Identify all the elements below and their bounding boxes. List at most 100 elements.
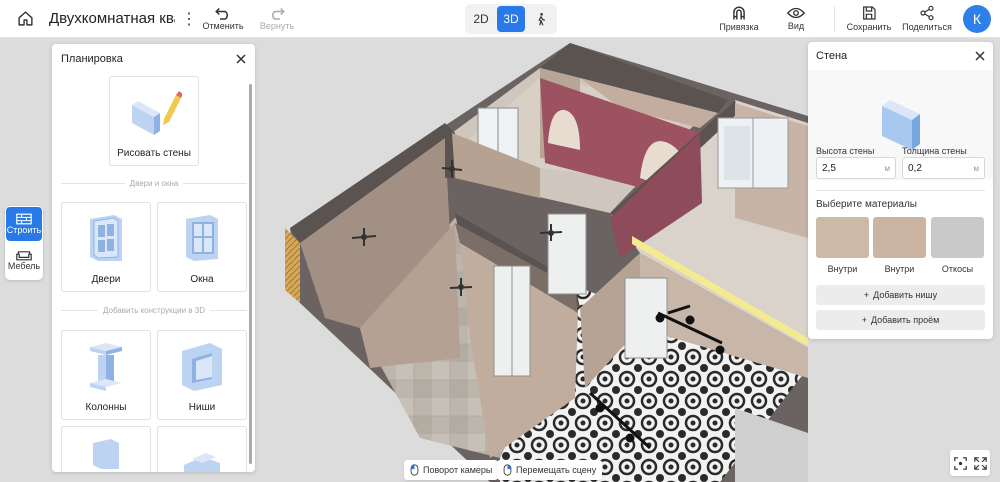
columns-label: Колонны [85,402,127,413]
wall-height-label: Высота стены [816,146,875,156]
plus-icon: + [863,290,870,300]
niches-tile[interactable]: Ниши [157,330,247,420]
wall-height-value: 2,5 [822,162,836,174]
wall-thickness-unit: м [973,163,980,173]
view-button[interactable]: Вид [778,0,814,38]
material-label-slopes: Откосы [941,264,974,274]
panel-divider [816,190,985,191]
wall-height-unit: м [884,163,891,173]
user-avatar[interactable]: К [963,5,991,33]
wall-panel-title: Стена [816,50,848,62]
move-scene-hint: Перемещать сцену [497,460,603,480]
share-button[interactable]: Поделиться [902,0,952,38]
add-opening-label: Добавить проём [870,315,940,325]
windows-tile[interactable]: Окна [157,202,247,292]
view-controls [950,450,990,476]
wall-block-icon [881,100,920,150]
view-mode-switch: 2D 3D [465,4,557,34]
undo-button[interactable]: Отменить [201,0,245,38]
home-icon [17,11,33,26]
redo-label: Вернуть [259,21,295,31]
walking-person-icon [538,13,546,26]
material-swatch-slopes[interactable] [931,217,984,258]
save-label: Сохранить [846,22,892,32]
layout-panel-header: Планировка [52,44,255,74]
undo-label: Отменить [202,21,244,31]
close-icon[interactable] [236,54,246,64]
toolbar-divider [834,6,835,32]
doors-windows-separator: Двери и окна [61,179,247,188]
panel-scrollbar[interactable] [249,84,252,464]
view-label: Вид [787,21,805,31]
sofa-icon [16,251,32,261]
rotate-camera-hint: Поворот камеры [404,460,499,480]
undo-icon [215,7,229,20]
top-toolbar: Двухкомнатная квар ⋮ Отменить Вернуть 2D… [0,0,1000,38]
snap-label: Привязка [719,22,759,32]
niches-label: Ниши [188,402,216,413]
mouse-left-click-icon [410,464,419,476]
wall-thickness-label: Толщина стены [902,146,967,156]
draw-wall-icon [132,91,182,135]
more-menu-icon[interactable]: ⋮ [181,9,197,29]
walk-mode-button[interactable] [527,6,555,32]
save-button[interactable]: Сохранить [846,0,892,38]
doors-tile[interactable]: Двери [61,202,151,292]
close-icon[interactable] [975,51,985,61]
doors-windows-section-label: Двери и окна [129,179,179,188]
share-icon [920,5,934,21]
draw-walls-label: Рисовать стены [117,148,191,159]
arch-icon [93,439,119,469]
magnet-icon [733,6,745,20]
constructions-separator: Добавить конструкции в 3D [61,306,247,315]
move-scene-label: Перемещать сцену [516,465,597,475]
tool-rail: Строить Мебель [5,206,43,280]
layout-panel: Планировка Рисовать стены Двери и окна Д… [52,44,255,472]
niche-icon [182,343,222,391]
mode-3d-button[interactable]: 3D [497,6,525,32]
focus-icon[interactable] [953,456,967,470]
fullscreen-icon[interactable] [973,456,987,470]
door-icon [90,215,122,261]
column-icon [90,343,122,391]
redo-icon [271,7,285,20]
mode-2d-button[interactable]: 2D [467,6,495,32]
constructions-section-label: Добавить конструкции в 3D [103,306,205,315]
plus-icon: + [861,315,867,325]
windows-label: Окна [190,274,214,285]
doors-label: Двери [91,274,121,285]
redo-button[interactable]: Вернуть [255,0,299,38]
wall-properties-panel: Стена Высота стены Толщина стены 2,5 м 0… [808,42,993,339]
material-label-inside-2: Внутри [884,264,915,274]
columns-tile[interactable]: Колонны [61,330,151,420]
wall-thickness-value: 0,2 [908,162,922,174]
materials-title: Выберите материалы [816,199,917,210]
project-title[interactable]: Двухкомнатная квар [49,10,175,27]
rail-furniture-label: Мебель [7,261,41,271]
rotate-camera-label: Поворот камеры [423,465,493,475]
stairs-icon [184,453,220,472]
rail-build-tab[interactable]: Строить [6,207,42,241]
add-niche-button[interactable]: + Добавить нишу [816,285,985,305]
rail-furniture-tab[interactable]: Мебель [5,242,43,278]
window-icon [186,215,218,261]
mouse-right-click-icon [503,464,512,476]
material-swatch-inside-1[interactable] [816,217,869,258]
rail-build-label: Строить [6,225,42,235]
wall-thickness-input[interactable]: 0,2 м [902,157,985,179]
wall-height-input[interactable]: 2,5 м [816,157,896,179]
brick-wall-icon [16,213,32,225]
home-button[interactable] [7,0,43,38]
eye-icon [787,7,805,19]
save-icon [863,6,876,20]
add-opening-button[interactable]: + Добавить проём [816,310,985,330]
material-label-inside-1: Внутри [827,264,858,274]
layout-panel-title: Планировка [61,53,123,65]
share-label: Поделиться [902,22,952,32]
construction-tile-partial-2[interactable] [157,426,247,472]
material-swatch-inside-2[interactable] [873,217,926,258]
construction-tile-partial-1[interactable] [61,426,151,472]
wall-panel-header: Стена [808,42,993,70]
draw-walls-tile[interactable]: Рисовать стены [109,76,199,166]
snap-button[interactable]: Привязка [716,0,762,38]
